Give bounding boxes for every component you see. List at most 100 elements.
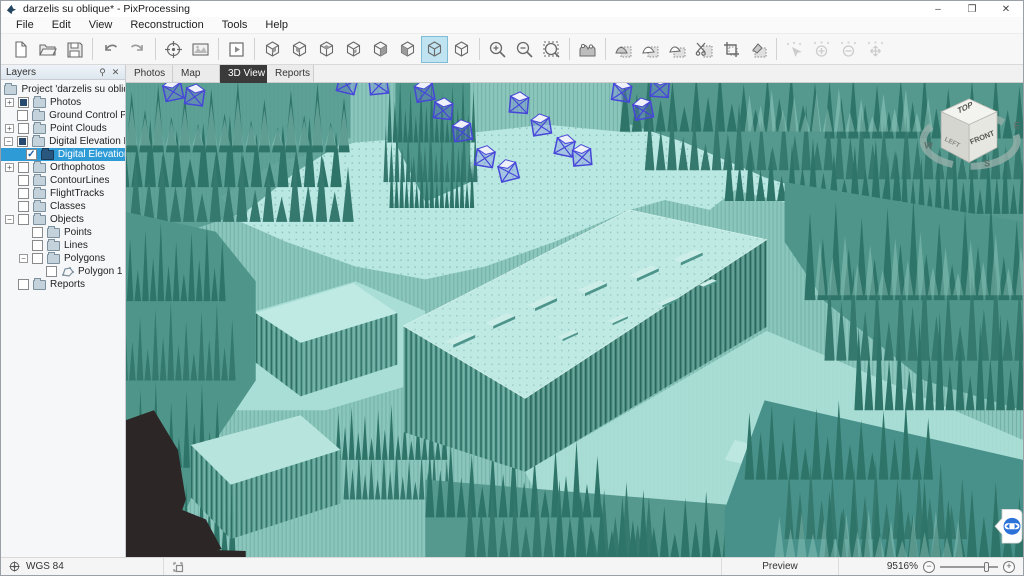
zoom-extents-icon [542,40,561,59]
collapse-icon[interactable]: − [4,137,13,146]
view-cube-2-button[interactable] [286,36,313,63]
image-button[interactable] [187,36,214,63]
zoom-decrease-button[interactable]: − [923,561,935,573]
camera-marker[interactable] [611,83,632,102]
checkbox[interactable] [18,162,29,173]
tab-reports[interactable]: Reports [267,65,314,83]
tree-item-orthophotos[interactable]: +Orthophotos [1,161,125,174]
menu-tools[interactable]: Tools [213,18,257,32]
checkbox[interactable] [18,201,29,212]
expand-icon[interactable]: + [5,124,14,133]
close-button[interactable]: ✕ [989,1,1023,17]
selection-rect-icon[interactable] [172,561,184,573]
collapse-icon[interactable]: − [5,215,14,224]
tree-item-points[interactable]: Points [1,226,125,239]
tree-item-lines[interactable]: Lines [1,239,125,252]
viewport-3d[interactable]: W S E TOP FRONT LEFT [126,83,1023,557]
menu-help[interactable]: Help [256,18,297,32]
tab-3d-view[interactable]: 3D View [220,65,267,83]
view-cube-left-button[interactable] [394,36,421,63]
tree-item-digital-elevation-maps[interactable]: −Digital Elevation Maps [1,135,125,148]
checkbox[interactable] [18,214,29,225]
crop-region-button[interactable] [718,36,745,63]
tree-item-contourlines[interactable]: ContourLines [1,174,125,187]
tree-item-polygons[interactable]: −Polygons [1,252,125,265]
perspective-view-button[interactable] [421,36,448,63]
checkbox[interactable] [32,227,43,238]
checkbox[interactable] [32,253,43,264]
menu-reconstruction[interactable]: Reconstruction [121,18,212,32]
checkbox[interactable] [18,175,29,186]
checkbox[interactable] [32,240,43,251]
show-panel-button[interactable] [223,36,250,63]
tree-item-reports[interactable]: Reports [1,278,125,291]
gcp-marker-button[interactable] [160,36,187,63]
remove-vertex-button[interactable] [835,36,862,63]
restore-button[interactable]: ❐ [955,1,989,17]
tree-item-photos[interactable]: +Photos [1,96,125,109]
camera-marker[interactable] [162,83,184,101]
open-project-button[interactable] [34,36,61,63]
select-vertex-button[interactable] [781,36,808,63]
checkbox[interactable] [26,149,37,160]
zoom-in-button[interactable] [484,36,511,63]
view-cube-4-button[interactable] [340,36,367,63]
checkbox[interactable] [17,136,28,147]
undo-button[interactable] [97,36,124,63]
smooth-terrain-button[interactable] [637,36,664,63]
checkbox[interactable] [18,97,29,108]
tree-item-classes[interactable]: Classes [1,200,125,213]
tree-item-project[interactable]: Project 'darzelis su oblique' [1,83,125,96]
add-vertex-button[interactable] [808,36,835,63]
checkbox[interactable] [18,123,29,134]
expand-icon[interactable]: + [5,98,14,107]
cut-region-button[interactable] [691,36,718,63]
save-project-button[interactable] [61,36,88,63]
expand-icon[interactable]: + [5,163,14,172]
tree-item-polygon-1[interactable]: Polygon 1 [1,265,125,278]
zoom-out-button[interactable] [511,36,538,63]
orthographic-view-button[interactable] [448,36,475,63]
preview-section: Preview [722,558,839,575]
fill-region-button[interactable] [745,36,772,63]
tree-item-flighttracks[interactable]: FlightTracks [1,187,125,200]
pin-panel-icon[interactable]: ⚲ [96,66,109,78]
camera-marker[interactable] [368,83,388,95]
elevation-profile-button[interactable] [574,36,601,63]
checkbox[interactable] [18,188,29,199]
tab-photos[interactable]: Photos [126,65,173,83]
raise-terrain-button[interactable] [610,36,637,63]
camera-marker[interactable] [650,83,669,97]
zoom-slider-track [940,566,998,568]
menu-file[interactable]: File [7,18,43,32]
checkbox[interactable] [18,279,29,290]
view-cube-3-button[interactable] [313,36,340,63]
new-file-button[interactable] [7,36,34,63]
folder-icon [32,137,45,147]
camera-marker[interactable] [414,83,435,102]
menu-view[interactable]: View [80,18,122,32]
view-cube-1-button[interactable] [259,36,286,63]
polygon-icon [61,267,74,277]
menu-edit[interactable]: Edit [43,18,80,32]
zoom-increase-button[interactable]: + [1003,561,1015,573]
zoom-slider-handle[interactable] [984,562,989,572]
view-cube-right-button[interactable] [367,36,394,63]
tree-item-ground-control-points[interactable]: Ground Control Points [1,109,125,122]
folder-icon [41,150,54,160]
tab-map[interactable]: Map [173,65,220,83]
close-panel-icon[interactable]: ✕ [109,66,122,78]
zoom-extents-button[interactable] [538,36,565,63]
tree-item-objects[interactable]: −Objects [1,213,125,226]
compass-west-label: W [924,140,933,150]
collapse-icon[interactable]: − [19,254,28,263]
tree-item-digital-elevation-map-1[interactable]: Digital Elevation Map 1 [1,148,125,161]
minimize-button[interactable]: – [921,1,955,17]
redo-button[interactable] [124,36,151,63]
zoom-slider[interactable] [940,561,998,573]
move-vertex-button[interactable] [862,36,889,63]
checkbox[interactable] [46,266,57,277]
flatten-terrain-button[interactable] [664,36,691,63]
tree-item-point-clouds[interactable]: +Point Clouds [1,122,125,135]
checkbox[interactable] [17,110,28,121]
